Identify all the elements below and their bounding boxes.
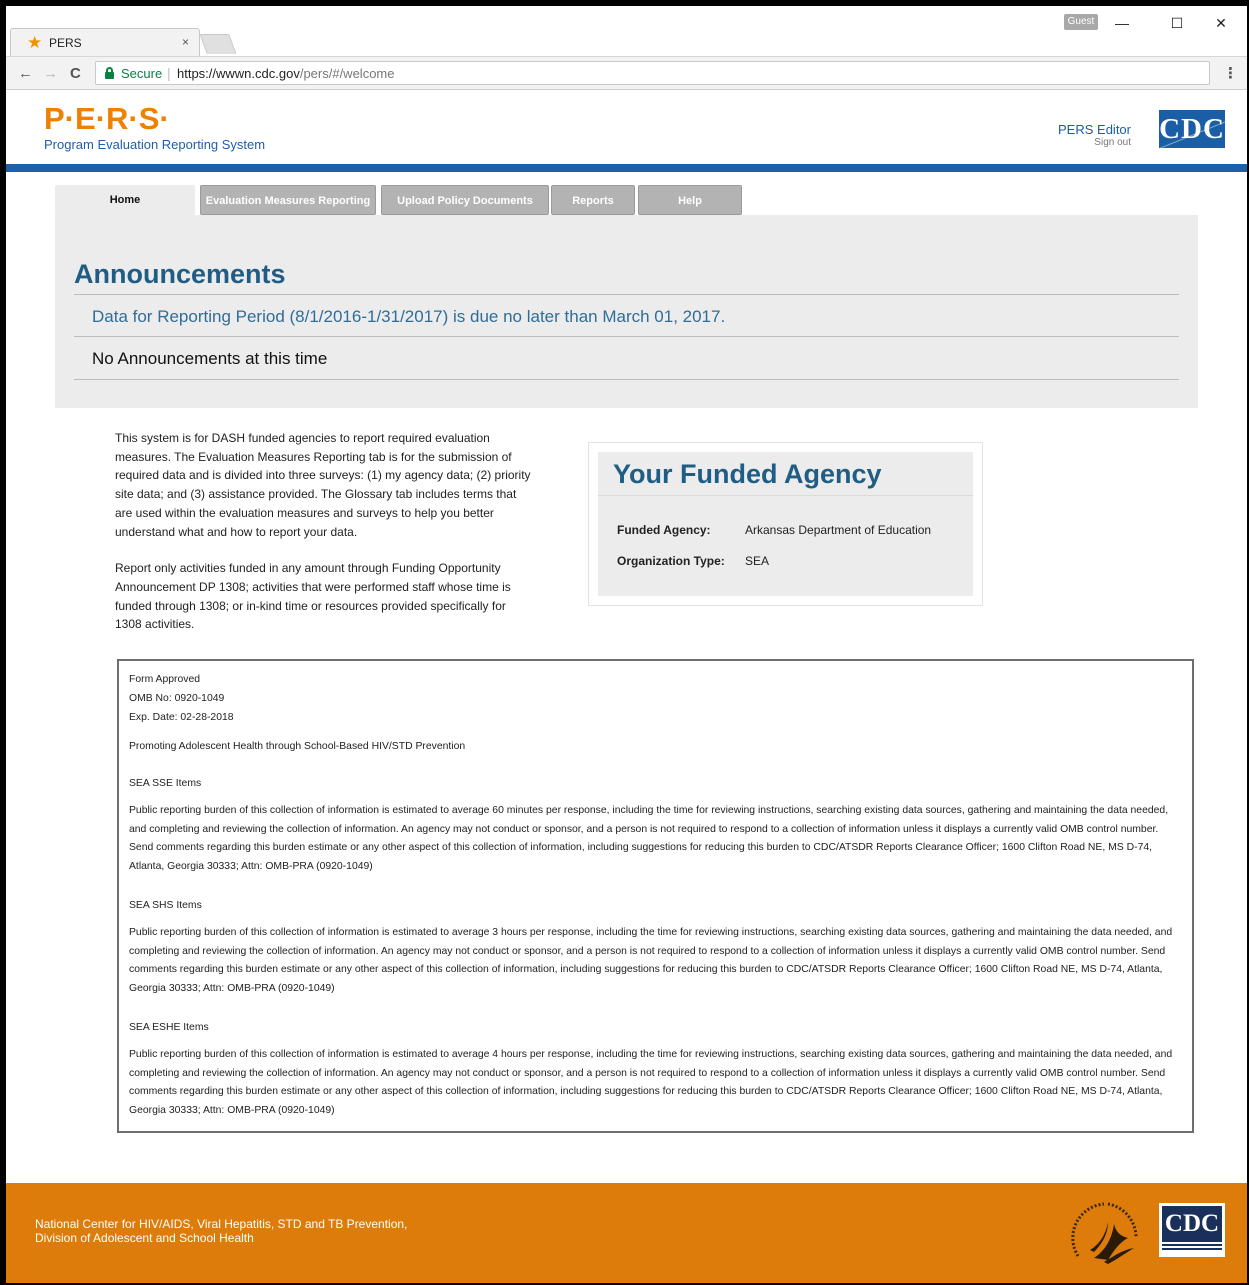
tab-reports[interactable]: Reports: [551, 185, 635, 215]
hhs-seal-icon[interactable]: [1064, 1198, 1148, 1268]
footer-line-1: National Center for HIV/AIDS, Viral Hepa…: [35, 1217, 408, 1231]
forward-arrow-icon[interactable]: →: [43, 65, 58, 82]
omb-exp-date: Exp. Date: 02-28-2018: [129, 712, 234, 723]
guest-profile-badge[interactable]: Guest: [1064, 14, 1098, 30]
form-approved: Form Approved: [129, 674, 201, 685]
intro-paragraph-1: This system is for DASH funded agencies …: [115, 431, 531, 539]
star-favicon-icon: ★: [27, 33, 43, 52]
tab-home[interactable]: Home: [55, 185, 195, 215]
maximize-icon[interactable]: ☐: [1167, 15, 1187, 32]
tab-strip: ★ PERS × Guest — ☐ ✕: [6, 6, 1247, 56]
announcements-title: Announcements: [74, 259, 286, 289]
program-name: Promoting Adolescent Health through Scho…: [129, 741, 466, 752]
omb-number: OMB No: 0920-1049: [129, 693, 225, 704]
tab-upload-policy-documents[interactable]: Upload Policy Documents: [381, 185, 549, 215]
announcements-panel: Announcements Data for Reporting Period …: [55, 215, 1198, 408]
browser-tab[interactable]: ★ PERS ×: [10, 28, 200, 56]
divider: [74, 379, 1179, 380]
tab-close-icon[interactable]: ×: [182, 35, 189, 49]
omb-burden-statement: Form Approved OMB No: 0920-1049 Exp. Dat…: [117, 659, 1194, 1133]
section-burden-text: Public reporting burden of this collecti…: [129, 1049, 1173, 1117]
tab-evaluation-measures-reporting[interactable]: Evaluation Measures Reporting: [200, 185, 376, 215]
footer-text: National Center for HIV/AIDS, Viral Hepa…: [35, 1217, 407, 1245]
funded-agency-label: Funded Agency:: [617, 523, 711, 537]
organization-type-value: SEA: [745, 554, 770, 568]
lock-icon: [105, 67, 114, 79]
section-heading: SEA SSE Items: [129, 778, 202, 789]
browser-menu-icon[interactable]: ⋮: [1223, 64, 1238, 82]
section-heading: SEA SHS Items: [129, 900, 202, 911]
new-tab-button[interactable]: [199, 34, 237, 54]
divider: [598, 495, 973, 496]
browser-toolbar: ← → C Secure | https://wwwn.cdc.gov/pers…: [6, 56, 1247, 90]
tab-title: PERS: [49, 36, 82, 50]
url-path: /pers/#/welcome: [299, 66, 395, 81]
secure-label: Secure: [121, 66, 163, 81]
user-name-link[interactable]: PERS Editor: [1058, 122, 1131, 137]
announcement-none: No Announcements at this time: [92, 349, 328, 368]
page: P·E·R·S· Program Evaluation Reporting Sy…: [6, 91, 1247, 1283]
sign-out-link[interactable]: Sign out: [1094, 137, 1131, 148]
divider: [74, 294, 1179, 295]
funded-agency-title: Your Funded Agency: [613, 459, 882, 489]
section-burden-text: Public reporting burden of this collecti…: [129, 927, 1173, 995]
browser-window: ★ PERS × Guest — ☐ ✕ ← → C Secure | http…: [6, 6, 1247, 1283]
header-divider: [6, 164, 1247, 172]
url-text: https://wwwn.cdc.gov/pers/#/welcome: [177, 66, 394, 81]
funded-agency-card: Your Funded Agency Funded Agency: Arkans…: [588, 442, 983, 606]
intro-text: This system is for DASH funded agencies …: [115, 429, 535, 634]
section-heading: SEA ESHE Items: [129, 1022, 209, 1033]
site-header: P·E·R·S· Program Evaluation Reporting Sy…: [6, 91, 1247, 163]
minimize-icon[interactable]: —: [1112, 15, 1132, 31]
intro-paragraph-2: Report only activities funded in any amo…: [115, 561, 511, 632]
address-bar[interactable]: Secure | https://wwwn.cdc.gov/pers/#/wel…: [95, 61, 1210, 85]
tab-help[interactable]: Help: [638, 185, 742, 215]
cdc-footer-tagline-lines: [1162, 1244, 1222, 1253]
site-footer: National Center for HIV/AIDS, Viral Hepa…: [6, 1183, 1247, 1283]
cdc-logo[interactable]: CDC: [1159, 110, 1225, 148]
footer-line-2: Division of Adolescent and School Health: [35, 1231, 254, 1245]
divider: [74, 336, 1179, 337]
reload-icon[interactable]: C: [70, 65, 81, 82]
pers-logo-subtitle: Program Evaluation Reporting System: [44, 137, 266, 152]
back-arrow-icon[interactable]: ←: [18, 65, 33, 82]
cdc-footer-mark: CDC: [1162, 1206, 1222, 1242]
cdc-footer-logo[interactable]: CDC: [1159, 1203, 1225, 1257]
announcement-due-notice: Data for Reporting Period (8/1/2016-1/31…: [92, 307, 726, 326]
funded-agency-inner: Your Funded Agency Funded Agency: Arkans…: [598, 452, 973, 596]
section-burden-text: Public reporting burden of this collecti…: [129, 805, 1169, 873]
url-separator: |: [167, 65, 171, 81]
close-window-icon[interactable]: ✕: [1211, 15, 1231, 32]
organization-type-label: Organization Type:: [617, 554, 725, 568]
pers-logo[interactable]: P·E·R·S·: [44, 103, 170, 134]
funded-agency-value: Arkansas Department of Education: [745, 523, 932, 537]
url-host: https://wwwn.cdc.gov: [177, 66, 300, 81]
